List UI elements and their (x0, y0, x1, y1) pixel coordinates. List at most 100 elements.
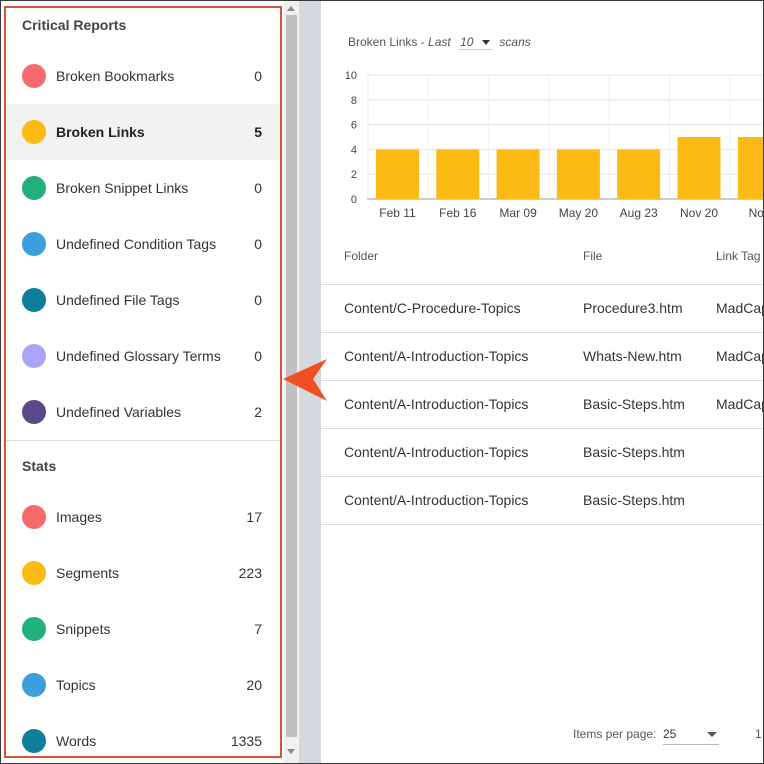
folder-cell: Content/A-Introduction-Topics (344, 492, 529, 508)
chart-header-last: Last (428, 35, 451, 49)
x-tick-label: May 20 (559, 206, 599, 220)
report-item-topics[interactable]: Topics 20 (6, 657, 280, 713)
report-item-label: Words (56, 733, 97, 749)
broken-links-chart: 0 2 4 6 8 10 Feb 11 Feb 16 Mar 09 May 20 Aug 23 Nov… (345, 70, 764, 220)
page-size-select[interactable]: 25 (663, 723, 719, 745)
x-tick-label: Aug 23 (620, 206, 658, 220)
file-cell: Procedure3.htm (583, 300, 683, 316)
column-header-folder[interactable]: Folder (344, 249, 378, 263)
y-tick-label: 6 (351, 120, 357, 132)
column-header-file[interactable]: File (583, 249, 602, 263)
scroll-up-icon[interactable] (287, 6, 295, 11)
status-dot-icon (22, 288, 46, 312)
report-item-broken-snippet-links[interactable]: Broken Snippet Links 0 (6, 160, 280, 216)
status-dot-icon (22, 400, 46, 424)
link-tag-cell: MadCap (716, 348, 764, 364)
status-dot-icon (22, 120, 46, 144)
report-item-images[interactable]: Images 17 (6, 489, 280, 545)
x-tick-label: Feb 16 (439, 206, 477, 220)
status-dot-icon (22, 64, 46, 88)
y-tick-label: 0 (351, 194, 357, 206)
x-tick-label: Nov 20 (680, 206, 718, 220)
report-item-label: Broken Snippet Links (56, 180, 189, 196)
x-tick-label: Feb 11 (379, 206, 416, 220)
report-item-count: 2 (254, 404, 262, 420)
report-item-label: Segments (56, 565, 120, 581)
table-row[interactable]: Content/A-Introduction-Topics Basic-Steps… (321, 429, 763, 477)
report-item-undefined-file-tags[interactable]: Undefined File Tags 0 (6, 272, 280, 328)
status-dot-icon (22, 729, 46, 753)
chart-bar[interactable] (496, 149, 540, 199)
stats-title: Stats (22, 458, 57, 474)
file-cell: Basic-Steps.htm (583, 444, 685, 460)
chart-bar[interactable] (436, 149, 480, 199)
status-dot-icon (22, 505, 46, 529)
report-item-words[interactable]: Words 1335 (6, 713, 280, 756)
report-item-undefined-variables[interactable]: Undefined Variables 2 (6, 384, 280, 440)
reports-sidebar: Critical Reports Broken Bookmarks 0 Broken… (4, 6, 282, 758)
status-dot-icon (22, 561, 46, 585)
chart-bar[interactable] (556, 149, 600, 199)
status-dot-icon (22, 344, 46, 368)
report-item-label: Undefined Glossary Terms (56, 348, 221, 364)
x-tick-label: Nov (749, 206, 764, 220)
report-item-label: Images (56, 509, 102, 525)
y-tick-label: 8 (351, 95, 357, 107)
report-item-count: 0 (254, 68, 262, 84)
scroll-down-icon[interactable] (287, 749, 295, 754)
app-window: Critical Reports Broken Bookmarks 0 Broken… (0, 0, 764, 764)
report-item-count: 0 (254, 292, 262, 308)
column-header-link-tag[interactable]: Link Tag (716, 249, 760, 263)
report-item-undefined-glossary-terms[interactable]: Undefined Glossary Terms 0 (6, 328, 280, 384)
scan-count-select[interactable]: 10 (458, 35, 493, 50)
chart-header: Broken Links - Last 10 scans (348, 35, 531, 50)
report-item-count: 5 (254, 124, 262, 140)
chevron-down-icon (482, 40, 491, 45)
section-divider (6, 440, 280, 441)
report-item-snippets[interactable]: Snippets 7 (6, 601, 280, 657)
chart-bar[interactable] (617, 149, 661, 199)
table-row[interactable]: Content/A-Introduction-Topics Basic-Steps… (321, 477, 763, 525)
folder-cell: Content/C-Procedure-Topics (344, 300, 521, 316)
report-item-count: 20 (246, 677, 262, 693)
folder-cell: Content/A-Introduction-Topics (344, 396, 529, 412)
report-item-label: Topics (56, 677, 96, 693)
link-tag-cell: MadCap (716, 300, 764, 316)
report-item-broken-bookmarks[interactable]: Broken Bookmarks 0 (6, 48, 280, 104)
report-item-count: 223 (238, 565, 262, 581)
scan-count-value: 10 (460, 35, 474, 49)
status-dot-icon (22, 176, 46, 200)
chart-header-suffix: scans (499, 35, 531, 49)
report-item-segments[interactable]: Segments 223 (6, 545, 280, 601)
status-dot-icon (22, 232, 46, 256)
table-row[interactable]: Content/C-Procedure-Topics Procedure3.htm… (321, 285, 764, 333)
file-cell: Whats-New.htm (583, 348, 682, 364)
file-cell: Basic-Steps.htm (583, 396, 685, 412)
report-item-undefined-condition-tags[interactable]: Undefined Condition Tags 0 (6, 216, 280, 272)
chart-bar[interactable] (677, 137, 721, 199)
y-tick-label: 4 (351, 144, 357, 156)
table-row[interactable]: Content/A-Introduction-Topics Whats-New.h… (321, 333, 764, 381)
status-dot-icon (22, 673, 46, 697)
folder-cell: Content/A-Introduction-Topics (344, 348, 529, 364)
page-range-label: 1 (755, 727, 762, 741)
y-tick-label: 2 (351, 169, 357, 181)
report-item-count: 0 (254, 236, 262, 252)
link-tag-cell: MadCap (716, 396, 764, 412)
page-size-value: 25 (663, 727, 677, 741)
folder-cell: Content/A-Introduction-Topics (344, 444, 529, 460)
report-item-label: Snippets (56, 621, 111, 637)
report-item-count: 0 (254, 180, 262, 196)
report-item-label: Undefined Variables (56, 404, 182, 420)
chart-bar[interactable] (737, 137, 764, 199)
table-header: Folder File Link Tag (321, 237, 763, 285)
report-item-broken-links[interactable]: Broken Links 5 (6, 104, 280, 160)
chart-bar[interactable] (376, 149, 419, 199)
report-item-label: Broken Links (56, 124, 145, 140)
y-tick-label: 10 (345, 70, 357, 82)
report-item-label: Undefined File Tags (56, 292, 180, 308)
items-per-page-label: Items per page: (573, 727, 657, 741)
report-item-count: 7 (254, 621, 262, 637)
table-row[interactable]: Content/A-Introduction-Topics Basic-Steps… (321, 381, 764, 429)
report-item-label: Undefined Condition Tags (56, 236, 217, 252)
